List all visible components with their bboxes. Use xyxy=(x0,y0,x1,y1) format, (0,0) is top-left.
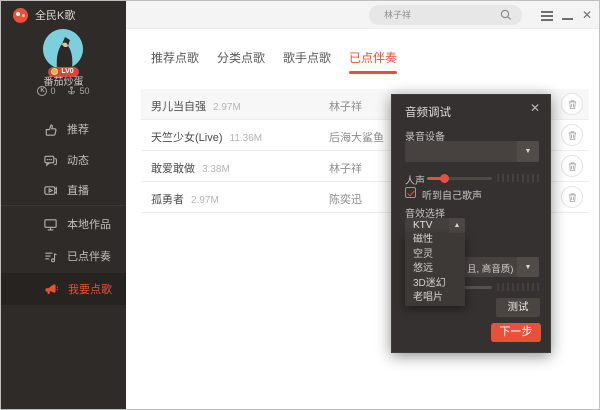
tab-recommend-songs[interactable]: 推荐点歌 xyxy=(151,49,199,76)
song-artist: 后海大鲨鱼 xyxy=(329,129,384,145)
next-step-button[interactable]: 下一步 xyxy=(491,323,541,342)
song-artist: 林子祥 xyxy=(329,160,362,176)
effect-select[interactable]: KTV ▲ xyxy=(405,218,465,233)
flower-icon xyxy=(66,85,77,96)
live-video-icon xyxy=(43,183,58,198)
song-title: 孤勇者 xyxy=(151,194,184,206)
flower-count: 50 xyxy=(80,86,90,96)
panel-title: 音频调试 xyxy=(405,104,451,120)
chevron-down-icon[interactable]: ▼ xyxy=(517,257,539,277)
kcoin-stat: K 0 xyxy=(37,86,55,96)
song-title: 男儿当自强 xyxy=(151,101,206,113)
chat-bubbles-icon xyxy=(43,153,58,168)
trash-icon xyxy=(567,161,578,172)
tab-category-songs[interactable]: 分类点歌 xyxy=(217,49,265,76)
trash-icon xyxy=(567,192,578,203)
effect-option[interactable]: 悠远 xyxy=(405,262,465,277)
megaphone-icon xyxy=(43,281,59,297)
delete-song-button[interactable] xyxy=(561,155,583,177)
chevron-up-icon[interactable]: ▲ xyxy=(449,218,465,233)
panel-close-icon[interactable]: ✕ xyxy=(530,101,540,115)
song-artist: 陈奕迅 xyxy=(329,191,362,207)
quality-select[interactable]: 且, 高音质) ▼ xyxy=(457,257,539,277)
minimize-icon[interactable] xyxy=(557,1,577,29)
app-logo: 全民K歌 xyxy=(13,7,75,23)
sidebar-item-selected-accompaniment[interactable]: 已点伴奏 xyxy=(1,241,126,271)
flower-stat: 50 xyxy=(66,85,90,96)
tab-bar: 推荐点歌 分类点歌 歌手点歌 已点伴奏 xyxy=(151,49,397,76)
effect-option[interactable]: 空灵 xyxy=(405,248,465,263)
sidebar-divider xyxy=(1,205,126,206)
app-logo-icon xyxy=(13,8,28,23)
record-device-select[interactable]: ▼ xyxy=(405,141,539,162)
vocal-label: 人声 xyxy=(405,172,425,187)
hear-self-label: 听到自己歌声 xyxy=(422,187,482,202)
vocal-level-meter xyxy=(497,174,539,182)
search-icon[interactable] xyxy=(500,9,512,21)
song-title: 敢爱敢做 xyxy=(151,163,195,175)
song-size: 3.38M xyxy=(202,164,230,175)
sidebar-item-local-works[interactable]: 本地作品 xyxy=(1,209,126,239)
accompaniment-level-meter xyxy=(497,283,539,291)
effect-option[interactable]: 3D迷幻 xyxy=(405,277,465,292)
delete-song-button[interactable] xyxy=(561,186,583,208)
sidebar-item-order-song[interactable]: 我要点歌 xyxy=(1,273,126,305)
song-size: 11.36M xyxy=(230,133,263,144)
song-artist: 林子祥 xyxy=(329,98,362,114)
thumbs-up-icon xyxy=(43,122,58,137)
monitor-icon xyxy=(43,217,58,232)
sidebar: 全民K歌 LV0 番茄炒蛋 K 0 50 xyxy=(1,1,126,410)
sidebar-item-feed[interactable]: 动态 xyxy=(1,145,126,175)
kcoin-count: 0 xyxy=(50,86,55,96)
test-button[interactable]: 测试 xyxy=(496,298,540,317)
tab-artist-songs[interactable]: 歌手点歌 xyxy=(283,49,331,76)
effect-option[interactable]: 老唱片 xyxy=(405,291,465,306)
audio-tuning-panel: 音频调试 ✕ 录音设备 ▼ 人声 听到自己歌声 音效选择 KTV ▲ 磁性 空灵… xyxy=(391,94,551,353)
kcoin-icon: K xyxy=(37,86,47,96)
menu-icon[interactable] xyxy=(537,1,557,29)
song-size: 2.97M xyxy=(191,195,219,206)
top-bar: 林子祥 ✕ xyxy=(126,1,599,29)
quality-value: 且, 高音质) xyxy=(467,261,513,275)
sidebar-item-recommend[interactable]: 推荐 xyxy=(1,114,126,144)
tab-selected-accompaniment[interactable]: 已点伴奏 xyxy=(349,49,397,76)
search-input[interactable]: 林子祥 xyxy=(369,5,522,25)
effect-dropdown-list: 磁性 空灵 悠远 3D迷幻 老唱片 xyxy=(405,233,465,306)
search-value[interactable]: 林子祥 xyxy=(384,8,411,22)
delete-song-button[interactable] xyxy=(561,124,583,146)
app-title: 全民K歌 xyxy=(35,7,75,23)
vocal-slider-track[interactable] xyxy=(444,177,492,180)
song-title: 天竺少女(Live) xyxy=(151,132,223,144)
playlist-note-icon xyxy=(43,249,58,264)
delete-song-button[interactable] xyxy=(561,93,583,115)
trash-icon xyxy=(567,99,578,110)
effect-selected-value: KTV xyxy=(413,220,432,231)
chevron-down-icon[interactable]: ▼ xyxy=(517,141,539,162)
vocal-slider-handle[interactable] xyxy=(440,174,449,183)
app-window: 林子祥 ✕ 全民K歌 LV0 番茄炒蛋 K xyxy=(0,0,600,410)
trash-icon xyxy=(567,130,578,141)
hear-self-checkbox[interactable] xyxy=(405,187,416,198)
close-icon[interactable]: ✕ xyxy=(577,1,597,29)
song-size: 2.97M xyxy=(213,102,241,113)
sidebar-item-live[interactable]: 直播 xyxy=(1,175,126,205)
user-stats: K 0 50 xyxy=(1,85,126,96)
effect-option[interactable]: 磁性 xyxy=(405,233,465,248)
